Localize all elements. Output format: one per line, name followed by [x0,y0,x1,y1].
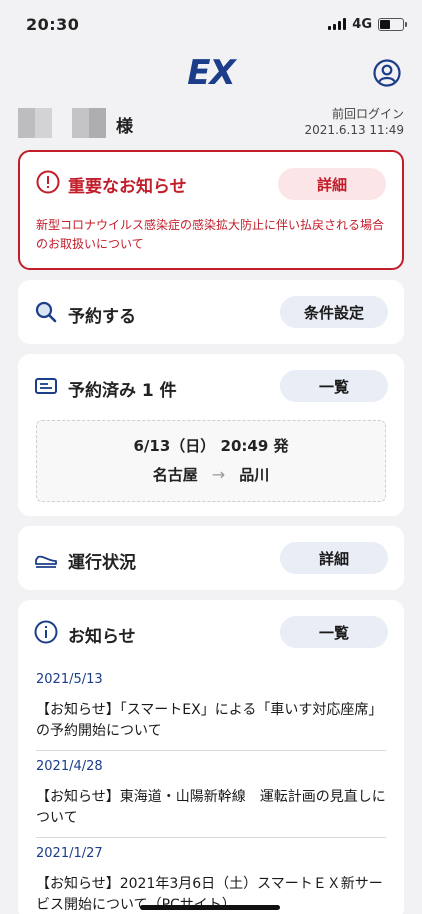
news-date: 2021/5/13 [36,672,103,687]
operation-status-card[interactable]: 運行状況 詳細 [18,526,404,590]
news-item[interactable]: 2021/4/28 【お知らせ】東海道・山陽新幹線 運転計画の見直しについて [36,751,386,838]
status-indicators: 4G [328,16,407,32]
exclamation-circle-icon [36,170,60,194]
last-login-label: 前回ログイン [331,107,404,121]
important-notice-text[interactable]: 新型コロナウイルス感染症の感染拡大防止に伴い払戻される場合のお取扱いについて [36,216,386,254]
reserve-title: 予約する [68,307,136,327]
masked-name-block [18,108,52,138]
operation-status-title: 運行状況 [68,553,136,573]
news-text[interactable]: 【お知らせ】「スマートEX」による「車いす対応座席」の予約開始について [36,700,386,742]
important-notice-card[interactable]: 重要なお知らせ 詳細 新型コロナウイルス感染症の感染拡大防止に伴い払戻される場合… [18,150,404,270]
app-header: EX [0,48,422,98]
bullet-train-icon [35,555,57,568]
account-icon[interactable] [372,58,402,88]
operation-detail-button[interactable]: 詳細 [280,542,388,574]
battery-icon [378,17,407,31]
network-label: 4G [352,16,372,32]
reserve-card[interactable]: 予約する 条件設定 [18,280,404,344]
booked-card[interactable]: 予約済み 1 件 一覧 6/13（日） 20:49 発 名古屋 → 品川 [18,354,404,516]
news-title: お知らせ [68,627,136,647]
ticket-card-icon [35,378,57,394]
trip-datetime: 6/13（日） 20:49 発 [133,437,289,455]
arrow-right-icon: → [211,465,226,484]
trip-destination: 品川 [239,466,270,484]
condition-settings-button[interactable]: 条件設定 [280,296,388,328]
news-date: 2021/1/27 [36,846,103,861]
trip-route: 名古屋 → 品川 [37,464,385,485]
reservation-summary[interactable]: 6/13（日） 20:49 発 名古屋 → 品川 [36,420,386,502]
status-time: 20:30 [26,14,80,34]
booked-list-button[interactable]: 一覧 [280,370,388,402]
news-item[interactable]: 2021/5/13 【お知らせ】「スマートEX」による「車いす対応座席」の予約開… [36,664,386,751]
news-text[interactable]: 【お知らせ】東海道・山陽新幹線 運転計画の見直しについて [36,787,386,829]
news-list-button[interactable]: 一覧 [280,616,388,648]
ex-logo: EX [187,53,235,93]
search-icon [35,301,57,323]
news-item[interactable]: 2021/1/27 【お知らせ】2021年3月6日（土）スマートＥＸ新サービス開… [36,838,386,914]
news-list: 2021/5/13 【お知らせ】「スマートEX」による「車いす対応座席」の予約開… [36,664,386,914]
trip-origin: 名古屋 [152,466,198,484]
masked-name-block [72,108,106,138]
status-bar: 20:30 4G [0,0,422,48]
last-login-time: 2021.6.13 11:49 [304,123,404,137]
important-notice-title: 重要なお知らせ [68,177,187,197]
news-card: お知らせ 一覧 2021/5/13 【お知らせ】「スマートEX」による「車いす対… [18,600,404,914]
info-icon [34,620,58,644]
news-date: 2021/4/28 [36,759,103,774]
user-honorific: 様 [116,117,133,137]
important-notice-detail-button[interactable]: 詳細 [278,168,386,200]
last-login: 前回ログイン 2021.6.13 11:49 [305,106,404,138]
booked-title: 予約済み 1 件 [68,381,177,401]
home-indicator [140,905,280,910]
user-row: 様 前回ログイン 2021.6.13 11:49 [0,98,422,144]
signal-icon [328,18,347,30]
